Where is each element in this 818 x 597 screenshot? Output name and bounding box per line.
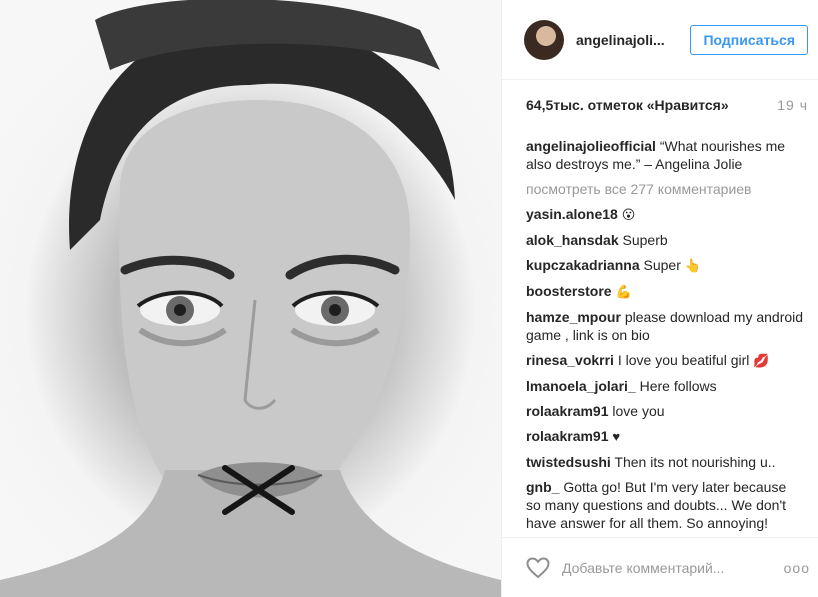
avatar[interactable] — [524, 19, 564, 60]
post-footer: Добавьте комментарий... ooo — [502, 537, 818, 597]
post-container: angelinajoli... Подписаться 64,5тыс. отм… — [0, 0, 818, 597]
comment-username[interactable]: gnb_ — [526, 479, 559, 495]
comment-username[interactable]: yasin.alone18 — [526, 206, 618, 222]
comment-row: lmanoela_jolari_ Here follows — [526, 377, 804, 395]
comment-text: Then its not nourishing u.. — [614, 454, 776, 470]
view-all-comments-link[interactable]: посмотреть все 277 комментариев — [526, 180, 804, 198]
comment-username[interactable]: rinesa_vokrri — [526, 352, 614, 368]
comment-row: rolaakram91 ♥ — [526, 427, 804, 446]
comment-username[interactable]: hamze_mpour — [526, 309, 621, 325]
comment-emoji: 😮 — [621, 207, 636, 222]
comment-row: rinesa_vokrri I love you beatiful girl 💋 — [526, 351, 804, 370]
likes-row: 64,5тыс. отметок «Нравится» 19 ч — [502, 80, 818, 130]
comment-container: yasin.alone18 😮 alok_hansdak Superb kupcza… — [526, 205, 804, 531]
comment-row: yasin.alone18 😮 — [526, 205, 804, 224]
caption-username[interactable]: angelinajolieofficial — [526, 138, 656, 154]
post-sidebar: angelinajoli... Подписаться 64,5тыс. отм… — [501, 0, 818, 597]
post-header: angelinajoli... Подписаться — [502, 0, 818, 80]
follow-button[interactable]: Подписаться — [690, 24, 808, 55]
comment-username[interactable]: rolaakram91 — [526, 428, 609, 444]
comment-text: I love you beatiful girl — [617, 352, 750, 368]
comment-emoji: 💪 — [615, 284, 632, 299]
comment-username[interactable]: boosterstore — [526, 283, 612, 299]
add-comment-input[interactable]: Добавьте комментарий... — [562, 560, 784, 576]
comment-row: twistedsushi Then its not nourishing u.. — [526, 453, 804, 471]
comments-list[interactable]: angelinajolieofficial “What nourishes me… — [526, 137, 804, 531]
username[interactable]: angelinajoli... — [576, 32, 690, 48]
comment-row: alok_hansdak Superb — [526, 231, 804, 249]
comment-username[interactable]: kupczakadrianna — [526, 257, 640, 273]
portrait-illustration — [0, 0, 501, 597]
comment-emoji: ♥ — [612, 429, 621, 444]
post-photo[interactable] — [0, 0, 501, 597]
comment-username[interactable]: twistedsushi — [526, 454, 611, 470]
post-time[interactable]: 19 ч — [777, 97, 808, 113]
likes-count[interactable]: 64,5тыс. отметок «Нравится» — [526, 97, 729, 113]
comment-username[interactable]: alok_hansdak — [526, 232, 619, 248]
comment-text: Here follows — [639, 378, 717, 394]
more-options-icon[interactable]: ooo — [784, 560, 810, 576]
comment-text: Super — [643, 257, 681, 273]
heart-outline-icon[interactable] — [526, 556, 550, 579]
comment-username[interactable]: rolaakram91 — [526, 403, 609, 419]
comment-row: gnb_ Gotta go! But I'm very later becaus… — [526, 478, 804, 531]
caption: angelinajolieofficial “What nourishes me… — [526, 137, 804, 173]
comment-username[interactable]: lmanoela_jolari_ — [526, 378, 636, 394]
comment-text: Superb — [622, 232, 668, 248]
comment-emoji: 👆 — [684, 258, 701, 273]
comment-text: Gotta go! But I'm very later because so … — [526, 479, 787, 531]
comment-row: rolaakram91 love you — [526, 402, 804, 420]
comment-emoji: 💋 — [753, 353, 770, 368]
comment-row: hamze_mpour please download my android g… — [526, 308, 804, 344]
comment-row: kupczakadrianna Super 👆 — [526, 256, 804, 275]
comment-row: boosterstore 💪 — [526, 282, 804, 301]
comment-text: love you — [612, 403, 665, 419]
